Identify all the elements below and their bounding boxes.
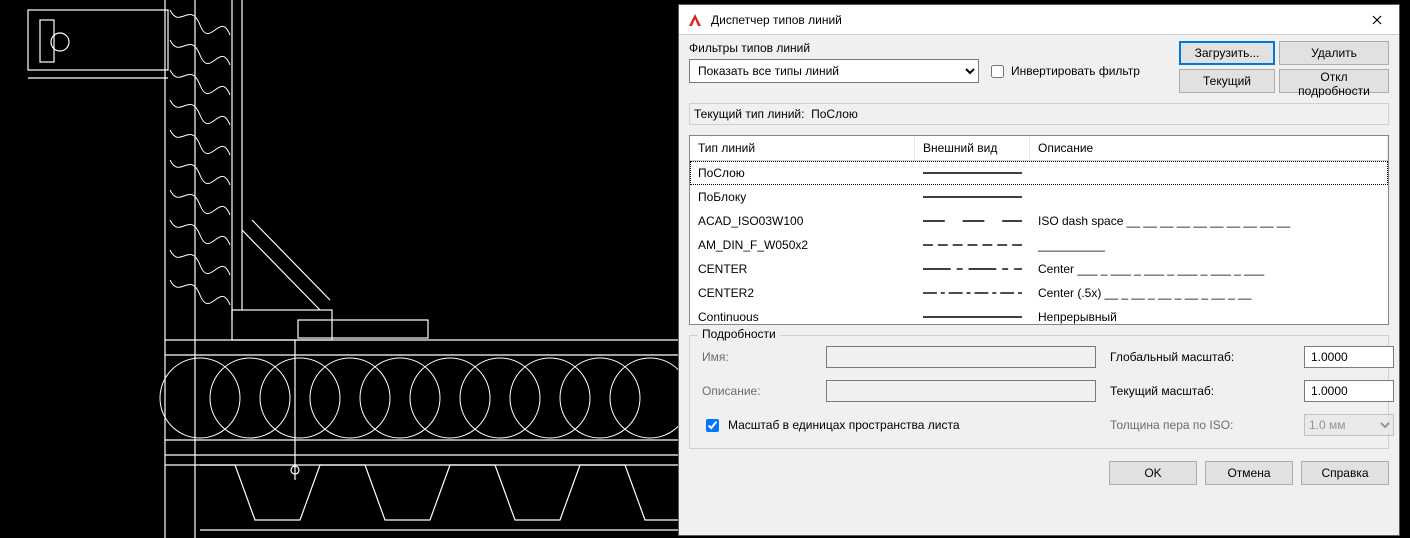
load-button[interactable]: Загрузить... xyxy=(1179,41,1275,65)
row-description: Непрерывный xyxy=(1030,310,1388,324)
col-header-description[interactable]: Описание xyxy=(1030,136,1388,160)
row-description: __________ xyxy=(1030,238,1388,252)
row-name: Continuous xyxy=(690,310,915,324)
table-row[interactable]: ACAD_ISO03W100 ISO dash space __ __ __ __… xyxy=(690,209,1388,233)
linetype-manager-dialog: Диспетчер типов линий Фильтры типов лини… xyxy=(678,4,1400,536)
row-appearance xyxy=(915,281,1030,305)
details-desc-input xyxy=(826,380,1096,402)
row-name: CENTER xyxy=(690,262,915,276)
row-appearance xyxy=(915,305,1030,324)
table-row[interactable]: CENTER2 Center (.5x) __ _ __ _ __ _ __ _ … xyxy=(690,281,1388,305)
invert-filter-checkbox-wrap[interactable]: Инвертировать фильтр xyxy=(987,62,1140,81)
row-name: CENTER2 xyxy=(690,286,915,300)
iso-pen-select: 1.0 мм xyxy=(1304,414,1394,436)
paperspace-units-label: Масштаб в единицах пространства листа xyxy=(728,418,960,432)
current-scale-label: Текущий масштаб: xyxy=(1110,384,1290,398)
delete-button[interactable]: Удалить xyxy=(1279,41,1389,65)
filter-section-label: Фильтры типов линий xyxy=(689,41,1169,55)
invert-filter-label: Инвертировать фильтр xyxy=(1011,64,1140,78)
global-scale-input[interactable] xyxy=(1304,346,1394,368)
ok-button[interactable]: OK xyxy=(1109,461,1197,485)
list-header: Тип линий Внешний вид Описание xyxy=(690,136,1388,161)
row-name: AM_DIN_F_W050x2 xyxy=(690,238,915,252)
list-body[interactable]: ПоСлою ПоБлоку ACAD_ISO03W100 ISO dash spac… xyxy=(690,161,1388,324)
row-appearance xyxy=(915,185,1030,209)
table-row[interactable]: Continuous Непрерывный xyxy=(690,305,1388,324)
current-linetype-label: Текущий тип линий: xyxy=(694,107,804,121)
current-scale-input[interactable] xyxy=(1304,380,1394,402)
details-legend: Подробности xyxy=(698,327,780,341)
col-header-appearance[interactable]: Внешний вид xyxy=(915,136,1030,160)
details-name-label: Имя: xyxy=(702,350,812,364)
global-scale-label: Глобальный масштаб: xyxy=(1110,350,1290,364)
invert-filter-checkbox[interactable] xyxy=(991,65,1004,78)
row-appearance xyxy=(915,257,1030,281)
row-description: Center ___ _ ___ _ ___ _ ___ _ ___ _ ___ xyxy=(1030,262,1388,276)
cancel-button[interactable]: Отмена xyxy=(1205,461,1293,485)
titlebar: Диспетчер типов линий xyxy=(679,5,1399,35)
details-desc-label: Описание: xyxy=(702,384,812,398)
close-button[interactable] xyxy=(1354,5,1399,35)
filter-select[interactable]: Показать все типы линий xyxy=(689,59,979,83)
dialog-title: Диспетчер типов линий xyxy=(711,13,1354,27)
paperspace-units-checkbox[interactable] xyxy=(706,419,719,432)
details-name-input xyxy=(826,346,1096,368)
details-panel: Подробности Имя: Глобальный масштаб: Опи… xyxy=(689,335,1389,449)
iso-pen-label: Толщина пера по ISO: xyxy=(1110,418,1290,432)
row-description: ISO dash space __ __ __ __ __ __ __ __ _… xyxy=(1030,214,1388,228)
row-description: Center (.5x) __ _ __ _ __ _ __ _ __ _ __ xyxy=(1030,286,1388,300)
current-linetype-value: ПоСлою xyxy=(811,107,858,121)
row-name: ПоБлоку xyxy=(690,190,915,204)
linetype-list: Тип линий Внешний вид Описание ПоСлою ПоБ… xyxy=(689,135,1389,325)
table-row[interactable]: ПоСлою xyxy=(690,161,1388,185)
current-linetype-row: Текущий тип линий: ПоСлою xyxy=(689,103,1389,125)
row-name: ПоСлою xyxy=(690,166,915,180)
toggle-details-button[interactable]: Откл подробности xyxy=(1279,69,1389,93)
set-current-button[interactable]: Текущий xyxy=(1179,69,1275,93)
row-appearance xyxy=(915,161,1030,185)
dialog-footer: OK Отмена Справка xyxy=(689,461,1389,485)
table-row[interactable]: ПоБлоку xyxy=(690,185,1388,209)
help-button[interactable]: Справка xyxy=(1301,461,1389,485)
close-icon xyxy=(1372,15,1382,25)
table-row[interactable]: AM_DIN_F_W050x2 __________ xyxy=(690,233,1388,257)
row-appearance xyxy=(915,233,1030,257)
row-appearance xyxy=(915,209,1030,233)
autocad-icon xyxy=(687,12,703,28)
col-header-name[interactable]: Тип линий xyxy=(690,136,915,160)
row-name: ACAD_ISO03W100 xyxy=(690,214,915,228)
table-row[interactable]: CENTER Center ___ _ ___ _ ___ _ ___ _ ___… xyxy=(690,257,1388,281)
